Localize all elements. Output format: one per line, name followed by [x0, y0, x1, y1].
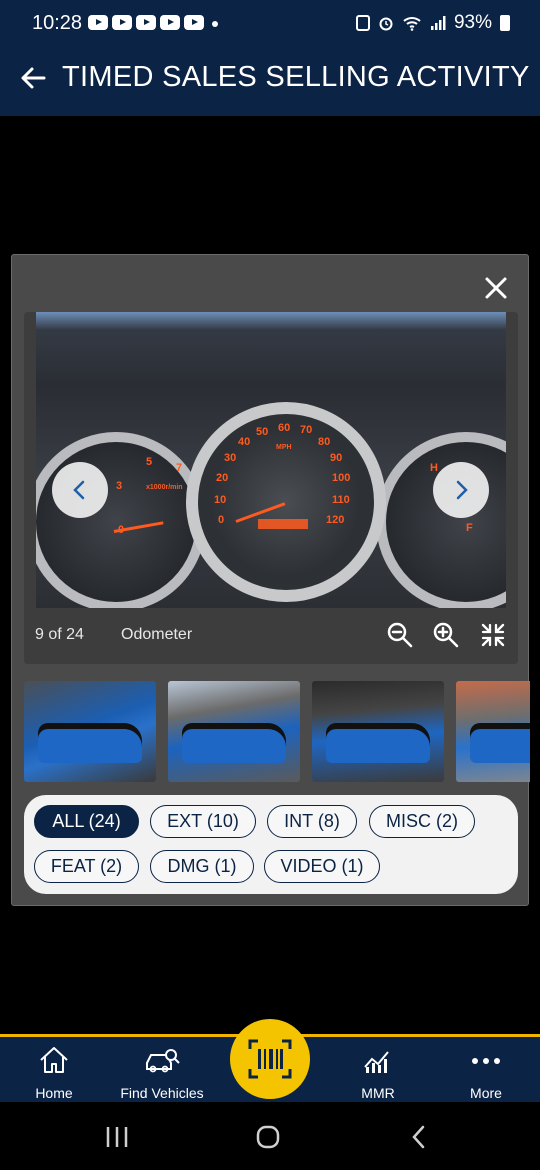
chevron-right-icon: [456, 480, 468, 500]
status-bar: 10:28 93%: [0, 0, 540, 46]
speed-label-0: 0: [218, 514, 225, 526]
more-dots-icon: [472, 1058, 500, 1064]
filter-chip-feat[interactable]: FEAT (2): [34, 850, 139, 883]
next-photo-button[interactable]: [433, 462, 489, 518]
photo-gallery-modal: 0 3 5 7 x1000r/min H F 0 10 20 30 40 50 …: [11, 254, 530, 906]
nav-more-label: More: [470, 1085, 502, 1101]
scan-vin-button[interactable]: [230, 1019, 310, 1099]
battery-percent: 93%: [453, 12, 492, 33]
system-navigation-bar: [0, 1102, 540, 1170]
fuel-f-label: F: [466, 522, 473, 534]
filter-chip-video[interactable]: VIDEO (1): [264, 850, 380, 883]
notification-icons: [88, 15, 204, 30]
speed-label-90: 90: [330, 452, 343, 464]
previous-photo-button[interactable]: [52, 462, 108, 518]
youtube-icon: [160, 15, 180, 30]
thumbnail[interactable]: [168, 681, 300, 782]
speed-label-20: 20: [216, 472, 229, 484]
youtube-icon: [112, 15, 132, 30]
chevron-left-icon: [73, 480, 85, 500]
fuel-gauge: H F: [376, 432, 506, 608]
tach-label-7: 7: [176, 462, 183, 474]
wifi-icon: [403, 17, 421, 31]
nav-find-vehicles-label: Find Vehicles: [120, 1085, 204, 1101]
thumbnail-strip: [24, 681, 530, 783]
fuel-h-label: H: [430, 462, 438, 474]
battery-icon: [500, 15, 510, 31]
speed-label-50: 50: [256, 426, 269, 438]
nav-home[interactable]: Home: [4, 1037, 104, 1105]
youtube-icon: [184, 15, 204, 30]
speed-label-70: 70: [300, 424, 313, 436]
speed-label-60: 60: [278, 422, 291, 434]
speed-label-40: 40: [238, 436, 251, 448]
speed-label-30: 30: [224, 452, 237, 464]
speedometer-gauge: 0 10 20 30 40 50 60 70 80 90 100 110 120…: [186, 402, 386, 602]
tachometer-gauge: 0 3 5 7 x1000r/min: [36, 432, 206, 608]
tach-unit: x1000r/min: [146, 484, 183, 491]
nav-find-vehicles[interactable]: Find Vehicles: [102, 1037, 222, 1105]
photo-caption: Odometer: [121, 626, 193, 643]
car-search-icon: [146, 1049, 180, 1073]
home-icon: [40, 1047, 68, 1073]
signal-icon: [430, 16, 446, 30]
photo-counter: 9 of 24: [35, 626, 84, 643]
system-back-icon[interactable]: [409, 1123, 429, 1151]
tach-label-3: 3: [116, 480, 123, 492]
speed-label-10: 10: [214, 494, 227, 506]
close-icon[interactable]: [482, 274, 510, 302]
nav-more[interactable]: More: [436, 1037, 536, 1105]
viewer-toolbar: 9 of 24 Odometer: [24, 608, 518, 664]
photo-category-filters: ALL (24) EXT (10) INT (8) MISC (2) FEAT …: [24, 795, 518, 894]
nav-home-label: Home: [35, 1085, 73, 1101]
more-notifications-dot-icon: [212, 21, 218, 27]
barcode-scan-icon: [248, 1039, 292, 1079]
odometer-display: [258, 519, 308, 529]
odometer-photo[interactable]: 0 3 5 7 x1000r/min H F 0 10 20 30 40 50 …: [36, 312, 506, 608]
status-time: 10:28: [32, 12, 83, 34]
page-title: TIMED SALES SELLING ACTIVITY: [62, 61, 530, 93]
vehicle-shape: [470, 723, 530, 763]
nav-mmr-label: MMR: [361, 1085, 395, 1101]
status-right: 93%: [355, 12, 510, 34]
filter-chip-all[interactable]: ALL (24): [34, 805, 139, 838]
lock-icon: [355, 15, 370, 31]
speed-label-80: 80: [318, 436, 331, 448]
vehicle-shape: [182, 723, 286, 763]
youtube-icon: [136, 15, 156, 30]
tach-label-0: 0: [118, 524, 125, 536]
speed-unit: MPH: [276, 444, 292, 451]
filter-chip-misc[interactable]: MISC (2): [369, 805, 475, 838]
back-arrow-icon[interactable]: [18, 62, 50, 94]
speed-label-120: 120: [326, 514, 345, 526]
speed-label-110: 110: [332, 494, 350, 506]
youtube-icon: [88, 15, 108, 30]
nav-mmr[interactable]: MMR: [328, 1037, 428, 1105]
zoom-in-icon[interactable]: [432, 621, 460, 649]
recent-apps-icon[interactable]: [103, 1124, 131, 1150]
vehicle-shape: [326, 723, 430, 763]
alarm-icon: [379, 17, 393, 31]
photo-viewer: 0 3 5 7 x1000r/min H F 0 10 20 30 40 50 …: [24, 312, 518, 664]
tach-label-5: 5: [146, 456, 153, 468]
filter-chip-dmg[interactable]: DMG (1): [150, 850, 254, 883]
chart-icon: [364, 1051, 389, 1073]
thumbnail[interactable]: [312, 681, 444, 782]
thumbnail[interactable]: [24, 681, 156, 782]
filter-chip-ext[interactable]: EXT (10): [150, 805, 256, 838]
zoom-out-icon[interactable]: [386, 621, 414, 649]
home-circle-icon[interactable]: [254, 1123, 282, 1151]
speed-label-100: 100: [332, 472, 351, 484]
exit-fullscreen-icon[interactable]: [479, 621, 507, 649]
vehicle-shape: [38, 723, 142, 763]
filter-chip-int[interactable]: INT (8): [267, 805, 357, 838]
thumbnail[interactable]: [456, 681, 530, 782]
app-header: TIMED SALES SELLING ACTIVITY: [0, 46, 540, 116]
